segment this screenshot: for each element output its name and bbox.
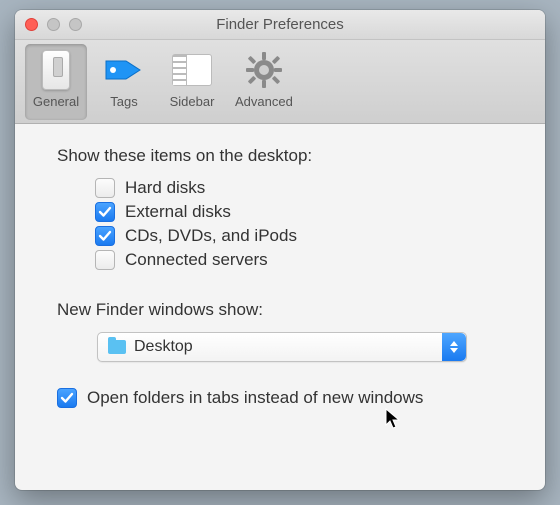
general-icon xyxy=(34,48,78,92)
new-windows-select[interactable]: Desktop xyxy=(97,332,467,362)
tab-sidebar[interactable]: Sidebar xyxy=(161,44,223,120)
folder-icon xyxy=(108,340,126,354)
checkbox[interactable] xyxy=(95,202,115,222)
checkbox-label: Hard disks xyxy=(125,178,205,198)
checkbox[interactable] xyxy=(95,226,115,246)
desktop-item-hard-disks: Hard disks xyxy=(95,178,515,198)
chevron-updown-icon xyxy=(442,333,466,361)
tab-label: Advanced xyxy=(235,94,293,109)
desktop-items-heading: Show these items on the desktop: xyxy=(57,146,515,166)
open-in-tabs-row: Open folders in tabs instead of new wind… xyxy=(57,388,515,408)
window-controls xyxy=(25,18,82,31)
finder-preferences-window: Finder Preferences General Tags Sidebar xyxy=(15,10,545,490)
close-button[interactable] xyxy=(25,18,38,31)
checkbox[interactable] xyxy=(95,250,115,270)
tab-label: General xyxy=(33,94,79,109)
zoom-button[interactable] xyxy=(69,18,82,31)
desktop-item-connected-servers: Connected servers xyxy=(95,250,515,270)
titlebar[interactable]: Finder Preferences xyxy=(15,10,545,40)
tab-general[interactable]: General xyxy=(25,44,87,120)
window-title: Finder Preferences xyxy=(216,16,344,33)
tags-icon xyxy=(102,48,146,92)
checkbox-label: CDs, DVDs, and iPods xyxy=(125,226,297,246)
new-windows-value: Desktop xyxy=(134,338,193,356)
new-windows-heading: New Finder windows show: xyxy=(57,300,515,320)
minimize-button[interactable] xyxy=(47,18,60,31)
tab-label: Sidebar xyxy=(170,94,215,109)
desktop-item-cds-dvds-ipods: CDs, DVDs, and iPods xyxy=(95,226,515,246)
sidebar-icon xyxy=(170,48,214,92)
checkbox-label: External disks xyxy=(125,202,231,222)
tab-advanced[interactable]: Advanced xyxy=(229,44,299,120)
checkbox-label: Open folders in tabs instead of new wind… xyxy=(87,388,423,408)
preferences-toolbar: General Tags Sidebar xyxy=(15,40,545,124)
tab-tags[interactable]: Tags xyxy=(93,44,155,120)
desktop-item-external-disks: External disks xyxy=(95,202,515,222)
checkbox[interactable] xyxy=(95,178,115,198)
checkbox[interactable] xyxy=(57,388,77,408)
general-pane: Show these items on the desktop: Hard di… xyxy=(15,124,545,418)
checkbox-label: Connected servers xyxy=(125,250,268,270)
tab-label: Tags xyxy=(110,94,137,109)
gear-icon xyxy=(242,48,286,92)
